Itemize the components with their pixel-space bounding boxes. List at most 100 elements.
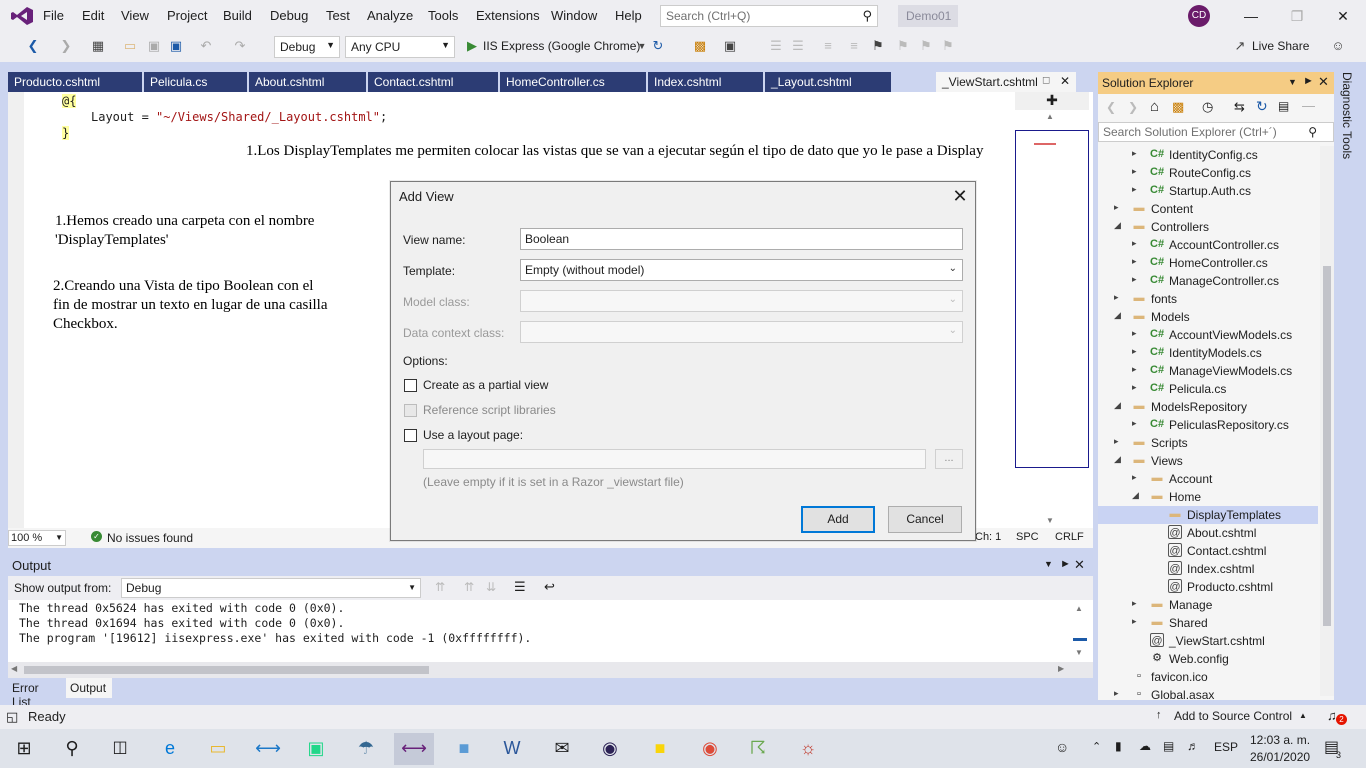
redo-icon[interactable]: ↷ (232, 38, 248, 54)
save-all-icon[interactable]: ▣ (168, 38, 184, 54)
solution-item-global-asax[interactable]: ▸ ▫ Global.asax (1098, 686, 1318, 704)
tab-index[interactable]: Index.cshtml (648, 72, 763, 92)
edge-icon[interactable]: e (150, 733, 190, 765)
solution-item-models[interactable]: ◢ ▬ Models (1098, 308, 1318, 326)
scroll-up-icon[interactable]: ▲ (1046, 112, 1054, 121)
open-folder-icon[interactable]: ▭ (122, 38, 138, 54)
expand-icon[interactable]: ▸ (1132, 274, 1137, 285)
output-source-select[interactable]: Debug ▼ (121, 578, 421, 598)
solution-item-accountviewmodels-cs[interactable]: ▸ C# AccountViewModels.cs (1098, 326, 1318, 344)
split-icon[interactable]: ✚ (1015, 92, 1089, 110)
live-share-icon[interactable]: ↗ (1232, 38, 1248, 54)
word-wrap-icon[interactable]: ↩ (544, 579, 555, 595)
whitespace-mode[interactable]: SPC (1016, 531, 1039, 543)
menu-extensions[interactable]: Extensions (476, 8, 540, 23)
save-icon[interactable]: ▣ (146, 38, 162, 54)
data-context-select[interactable]: ⌄ (520, 321, 963, 343)
vscode-icon[interactable]: ⟷ (248, 733, 288, 765)
solution-item-index-cshtml[interactable]: @ Index.cshtml (1098, 560, 1318, 578)
maximize-icon[interactable]: ❐ (1274, 4, 1320, 28)
expand-icon[interactable]: ▸ (1132, 184, 1137, 195)
expand-icon[interactable]: ▸ (1114, 688, 1119, 699)
tab-pelicula[interactable]: Pelicula.cs (144, 72, 247, 92)
close-tab-icon[interactable]: ✕ (1060, 74, 1070, 88)
layout-page-label[interactable]: Use a layout page: (423, 428, 523, 442)
expand-icon[interactable]: ▸ (1132, 598, 1137, 609)
menu-edit[interactable]: Edit (82, 8, 104, 23)
forward-icon[interactable]: ❯ (1128, 100, 1138, 114)
partial-view-label[interactable]: Create as a partial view (423, 378, 548, 392)
feedback-icon[interactable]: ☺ (1330, 38, 1346, 54)
close-icon[interactable]: ✕ (1318, 74, 1329, 90)
start-icon[interactable]: ⊞ (4, 733, 44, 765)
platform-select[interactable]: Any CPU ▼ (345, 36, 455, 58)
word-icon[interactable]: W (492, 733, 532, 765)
tab-producto[interactable]: Producto.cshtml (8, 72, 142, 92)
cancel-button[interactable]: Cancel (888, 506, 962, 533)
uncomment-icon[interactable]: ≡ (846, 38, 862, 54)
sync-icon[interactable]: ⇆ (1234, 99, 1245, 115)
expand-icon[interactable]: ▸ (1132, 364, 1137, 375)
solution-item-shared[interactable]: ▸ ▬ Shared (1098, 614, 1318, 632)
chevron-up-icon[interactable]: ▲ (1299, 711, 1307, 720)
virtualbox-icon[interactable]: ■ (444, 733, 484, 765)
switch-views-icon[interactable]: ▩ (1172, 99, 1184, 115)
solution-item-identitymodels-cs[interactable]: ▸ C# IdentityModels.cs (1098, 344, 1318, 362)
add-to-source-control[interactable]: Add to Source Control (1174, 709, 1292, 723)
clock-time[interactable]: 12:03 a. m. (1250, 733, 1310, 747)
add-button[interactable]: Add (801, 506, 875, 533)
menu-project[interactable]: Project (167, 8, 207, 23)
chevron-down-icon[interactable]: ▼ (634, 38, 650, 54)
live-share-button[interactable]: Live Share (1252, 39, 1309, 53)
solution-item-routeconfig-cs[interactable]: ▸ C# RouteConfig.cs (1098, 164, 1318, 182)
clear-all-icon[interactable]: ☰ (514, 579, 526, 595)
partial-view-checkbox[interactable] (404, 379, 417, 392)
minimap[interactable] (1015, 130, 1089, 468)
comment-icon[interactable]: ≡ (820, 38, 836, 54)
task-view-icon[interactable]: ◫ (100, 733, 140, 765)
solution-item-managecontroller-cs[interactable]: ▸ C# ManageController.cs (1098, 272, 1318, 290)
collapse-icon[interactable]: ◢ (1114, 400, 1121, 411)
run-target[interactable]: IIS Express (Google Chrome) (483, 39, 640, 53)
scroll-down-icon[interactable]: ▼ (1075, 648, 1083, 657)
run-icon[interactable]: ▶ (464, 38, 480, 54)
menu-build[interactable]: Build (223, 8, 252, 23)
solution-item-producto-cshtml[interactable]: @ Producto.cshtml (1098, 578, 1318, 596)
tab-homecontroller[interactable]: HomeController.cs (500, 72, 646, 92)
dialog-close-icon[interactable]: ✕ (948, 184, 972, 208)
scroll-thumb[interactable] (1323, 266, 1331, 626)
template-select[interactable]: Empty (without model) ⌄ (520, 259, 963, 281)
solution-item-peliculasrepository-cs[interactable]: ▸ C# PeliculasRepository.cs (1098, 416, 1318, 434)
people-icon[interactable]: ☺ (1055, 739, 1069, 755)
solution-item-manageviewmodels-cs[interactable]: ▸ C# ManageViewModels.cs (1098, 362, 1318, 380)
indent-icon[interactable]: ☰ (768, 38, 784, 54)
history-icon[interactable]: ◷ (1202, 99, 1213, 115)
next-bookmark-icon[interactable]: ⚑ (918, 38, 934, 54)
sticky-notes-icon[interactable]: ■ (640, 733, 680, 765)
clock-date[interactable]: 26/01/2020 (1250, 750, 1310, 764)
solution-item-favicon-ico[interactable]: ▫ favicon.ico (1098, 668, 1318, 686)
expand-icon[interactable]: ▸ (1132, 238, 1137, 249)
undo-icon[interactable]: ↶ (198, 38, 214, 54)
search-input[interactable]: Search (Ctrl+Q) ⚲ (660, 5, 878, 27)
chevron-down-icon[interactable]: ▼ (1288, 77, 1297, 87)
menu-help[interactable]: Help (615, 8, 642, 23)
solution-search-input[interactable]: Search Solution Explorer (Ctrl+´) ⚲ (1098, 122, 1334, 142)
scroll-left-icon[interactable]: ◀ (11, 664, 17, 673)
collapse-all-icon[interactable]: ▤ (1278, 99, 1289, 113)
menu-view[interactable]: View (121, 8, 149, 23)
solution-item-accountcontroller-cs[interactable]: ▸ C# AccountController.cs (1098, 236, 1318, 254)
search-icon[interactable]: ⚲ (52, 733, 92, 765)
refresh-icon[interactable]: ↻ (1256, 98, 1268, 115)
zoom-select[interactable]: 100 % ▼ (8, 530, 66, 546)
refresh-icon[interactable]: ↻ (650, 38, 666, 54)
diagnostic-tools-tab[interactable]: Diagnostic Tools (1340, 72, 1354, 159)
solution-item-views[interactable]: ◢ ▬ Views (1098, 452, 1318, 470)
tab-error-list[interactable]: Error List (8, 678, 64, 709)
solution-item-pelicula-cs[interactable]: ▸ C# Pelicula.cs (1098, 380, 1318, 398)
solution-scrollbar[interactable] (1320, 146, 1334, 696)
paint-icon[interactable]: ☈ (738, 733, 778, 765)
prev-bookmark-icon[interactable]: ⚑ (895, 38, 911, 54)
collapse-icon[interactable]: ◢ (1114, 220, 1121, 231)
language-indicator[interactable]: ESP (1214, 740, 1238, 754)
